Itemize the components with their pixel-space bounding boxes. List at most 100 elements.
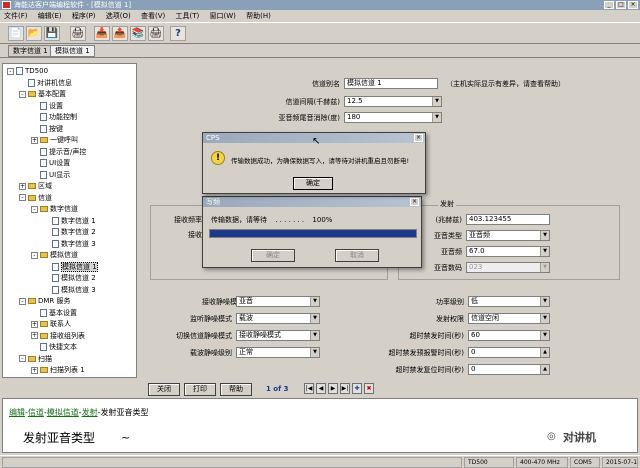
tree-node[interactable]: 提示音/声控 bbox=[31, 147, 86, 157]
tree-node[interactable]: 按键 bbox=[31, 124, 63, 134]
tree-node[interactable]: + 扫描列表 1 bbox=[31, 365, 85, 375]
close-form-button[interactable]: 关闭 bbox=[148, 383, 180, 396]
printer-icon[interactable]: 🖨 bbox=[148, 26, 164, 41]
tree-node[interactable]: + 一键呼叫 bbox=[31, 135, 78, 145]
menu-file[interactable]: 文件(F) bbox=[0, 12, 32, 20]
tree-node[interactable]: 基本设置 bbox=[31, 308, 77, 318]
menu-tools[interactable]: 工具(T) bbox=[172, 12, 204, 20]
help-link-analog[interactable]: 模拟信道 bbox=[47, 408, 79, 417]
tree-node[interactable]: 模拟信道 1 bbox=[43, 261, 98, 272]
next-page-icon[interactable]: ▶ bbox=[328, 383, 338, 394]
tree-node-label: 信道 bbox=[38, 193, 52, 202]
menu-program[interactable]: 程序(P) bbox=[68, 12, 100, 20]
tree-node[interactable]: 快捷文本 bbox=[31, 342, 77, 352]
tree-node[interactable]: + 接收组列表 bbox=[31, 331, 85, 341]
minimize-button[interactable]: _ bbox=[604, 1, 614, 9]
tot-prealert-stepper[interactable]: 0 ▲ bbox=[468, 347, 550, 358]
reference-icon[interactable]: 📚 bbox=[130, 26, 146, 41]
tree-node[interactable]: 对讲机信息 bbox=[19, 78, 72, 88]
tree-node[interactable]: - 扫描 bbox=[19, 354, 52, 364]
print-icon[interactable]: 🖨 bbox=[70, 26, 86, 41]
collapse-icon[interactable]: - bbox=[19, 90, 26, 98]
tree-node[interactable]: + 联系人 bbox=[31, 319, 71, 329]
write-radio-icon[interactable]: 📤 bbox=[112, 26, 128, 41]
read-radio-icon[interactable]: 📥 bbox=[94, 26, 110, 41]
menu-edit[interactable]: 编辑(E) bbox=[34, 12, 66, 20]
tab-analog-channel-1[interactable]: 模拟信道 1 bbox=[50, 45, 95, 57]
rx-mute-mode-select[interactable]: 亚音 ▼ bbox=[236, 296, 320, 307]
folder-icon bbox=[40, 206, 48, 212]
collapse-icon[interactable]: - bbox=[31, 205, 38, 213]
tree-node[interactable]: - 模拟信道 bbox=[31, 250, 78, 260]
last-page-icon[interactable]: ▶| bbox=[340, 383, 350, 394]
page-icon bbox=[52, 228, 59, 236]
restore-button[interactable]: □ bbox=[616, 1, 626, 9]
collapse-icon[interactable]: - bbox=[31, 251, 38, 259]
switch-mute-mode-select[interactable]: 接收静噪模式 ▼ bbox=[236, 330, 320, 341]
tx-tone-type-select[interactable]: 亚音频 ▼ bbox=[466, 230, 550, 241]
tree-node[interactable]: 模拟信道 2 bbox=[43, 273, 96, 283]
tree-node[interactable]: 功能控制 bbox=[31, 112, 77, 122]
tree-node[interactable]: + 区域 bbox=[19, 181, 52, 191]
first-page-icon[interactable]: |◀ bbox=[304, 383, 314, 394]
collapse-icon[interactable]: - bbox=[19, 355, 26, 362]
expand-icon[interactable]: + bbox=[31, 320, 38, 328]
tree-node-label: UI显示 bbox=[49, 170, 71, 179]
menu-view[interactable]: 查看(V) bbox=[137, 12, 169, 20]
tree-node[interactable]: - 信道 bbox=[19, 193, 52, 203]
close-button[interactable]: × bbox=[628, 1, 638, 9]
add-icon[interactable]: ✚ bbox=[352, 383, 362, 394]
expand-icon[interactable]: + bbox=[31, 366, 38, 374]
new-file-icon[interactable]: 📄 bbox=[8, 26, 24, 41]
tree-node[interactable]: 设置 bbox=[31, 101, 63, 111]
help-button[interactable]: 帮助 bbox=[220, 383, 252, 396]
expand-icon[interactable]: + bbox=[31, 136, 38, 144]
tx-permit-select[interactable]: 信道空闲 ▼ bbox=[468, 313, 550, 324]
cps-dialog-close-button[interactable]: × bbox=[414, 134, 423, 142]
tree-node[interactable]: - 基本配置 bbox=[19, 89, 66, 99]
tx-tone-code-select: 023 ▼ bbox=[466, 262, 550, 273]
tree-node[interactable]: 数字信道 2 bbox=[43, 227, 96, 237]
tree-node[interactable]: - 数字信道 bbox=[31, 204, 78, 214]
prev-page-icon[interactable]: ◀ bbox=[316, 383, 326, 394]
tree-node[interactable]: 数字信道 1 bbox=[43, 216, 96, 226]
page-icon bbox=[40, 343, 47, 351]
menu-window[interactable]: 窗口(W) bbox=[205, 12, 239, 20]
save-icon[interactable]: 💾 bbox=[44, 26, 60, 41]
write-dialog-close-button[interactable]: × bbox=[410, 198, 419, 206]
print-button[interactable]: 打印 bbox=[184, 383, 216, 396]
help-link-transmit[interactable]: 发射 bbox=[82, 408, 98, 417]
tree-node[interactable]: UI显示 bbox=[31, 170, 70, 180]
carrier-level-select[interactable]: 正常 ▼ bbox=[236, 347, 320, 358]
alias-input[interactable]: 模拟信道 1 bbox=[344, 78, 438, 89]
spacing-select[interactable]: 12.5 ▼ bbox=[344, 96, 442, 107]
help-link-channel[interactable]: 信道 bbox=[28, 408, 44, 417]
tx-tone-freq-select[interactable]: 67.0 ▼ bbox=[466, 246, 550, 257]
page-icon bbox=[52, 239, 59, 248]
navigation-tree[interactable]: - TD500 对讲机信息 - 基本配置设置 功能控制按键 + 一键呼叫提示音/声控 UI设置 U… bbox=[2, 63, 137, 378]
help-icon[interactable]: ? bbox=[170, 26, 186, 41]
collapse-icon[interactable]: - bbox=[19, 297, 26, 305]
tree-node[interactable]: UI设置 bbox=[31, 158, 70, 168]
delete-icon[interactable]: ✖ bbox=[364, 383, 374, 394]
tree-node[interactable]: 数字信道 3 bbox=[43, 239, 96, 249]
tab-digital-channel-1[interactable]: 数字信道 1 bbox=[8, 45, 53, 57]
expand-icon[interactable]: + bbox=[31, 332, 38, 339]
tree-node[interactable]: 模拟信道 3 bbox=[43, 285, 96, 295]
expand-icon[interactable]: + bbox=[19, 182, 26, 190]
monitor-mute-mode-select[interactable]: 载波 ▼ bbox=[236, 313, 320, 324]
help-link-edit[interactable]: 编辑 bbox=[9, 408, 25, 417]
tot-select[interactable]: 60 ▼ bbox=[468, 330, 550, 341]
tree-node[interactable]: - DMR 服务 bbox=[19, 296, 71, 306]
menu-options[interactable]: 选项(O) bbox=[102, 12, 135, 20]
tree-node[interactable]: - TD500 bbox=[7, 66, 48, 76]
tx-freq-input[interactable]: 403.123455 bbox=[466, 214, 550, 225]
menu-help[interactable]: 帮助(H) bbox=[242, 12, 275, 20]
cps-ok-button[interactable]: 确定 bbox=[293, 177, 333, 190]
open-folder-icon[interactable]: 📂 bbox=[26, 26, 42, 41]
collapse-icon[interactable]: - bbox=[7, 67, 14, 75]
squelch-tail-select[interactable]: 180 ▼ bbox=[344, 112, 442, 123]
collapse-icon[interactable]: - bbox=[19, 194, 26, 201]
power-select[interactable]: 低 ▼ bbox=[468, 296, 550, 307]
tot-reset-stepper[interactable]: 0 ▲ bbox=[468, 364, 550, 375]
